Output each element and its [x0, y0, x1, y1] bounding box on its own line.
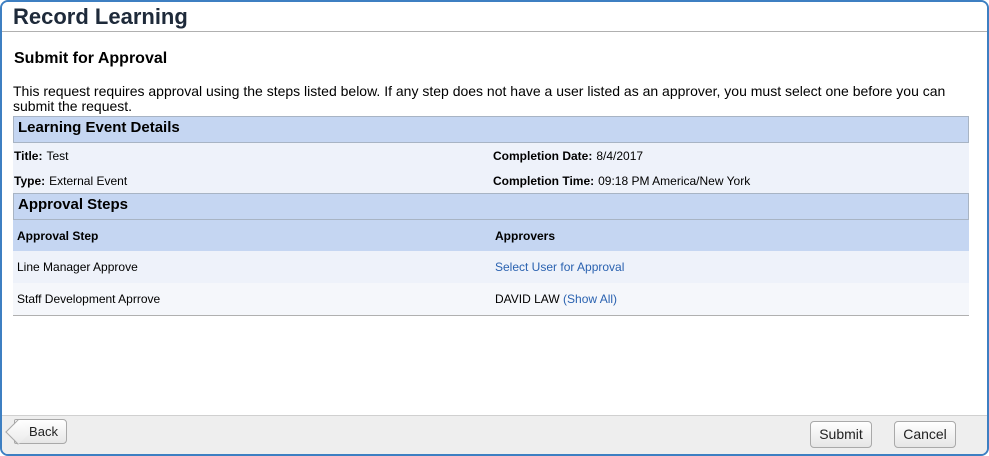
completion-date-field: Completion Date: 8/4/2017	[491, 149, 969, 163]
page-subtitle: Submit for Approval	[14, 50, 168, 67]
table-row: Line Manager Approve Select User for App…	[13, 251, 969, 283]
footer-bar: Back Submit Cancel	[2, 415, 987, 454]
completion-time-value: 09:18 PM America/New York	[598, 173, 751, 188]
completion-time-field: Completion Time: 09:18 PM America/New Yor…	[491, 174, 969, 188]
column-header-step: Approval Step	[17, 228, 99, 243]
approval-table-header: Approval Step Approvers	[13, 220, 969, 251]
type-label: Type:	[14, 173, 46, 188]
approval-step-name: Line Manager Approve	[17, 260, 138, 274]
completion-date-label: Completion Date:	[493, 148, 593, 163]
type-field: Type: External Event	[13, 174, 491, 188]
dialog-window: Record Learning Submit for Approval This…	[0, 0, 989, 456]
approver-cell: Select User for Approval	[491, 260, 969, 274]
detail-row: Title: Test Completion Date: 8/4/2017	[13, 143, 969, 168]
title-bar: Record Learning	[2, 2, 987, 32]
submit-button[interactable]: Submit	[810, 421, 872, 448]
select-user-link[interactable]: Select User for Approval	[495, 260, 624, 274]
approval-step-name: Staff Development Aprrove	[17, 292, 161, 306]
approval-steps-header: Approval Steps	[13, 193, 969, 220]
completion-date-value: 8/4/2017	[596, 148, 644, 163]
table-row: Staff Development Aprrove DAVID LAW (Sho…	[13, 283, 969, 316]
learning-event-details: Title: Test Completion Date: 8/4/2017 Type…	[13, 143, 969, 193]
title-field: Title: Test	[13, 149, 491, 163]
type-value: External Event	[49, 173, 128, 188]
back-button[interactable]: Back	[14, 419, 67, 444]
approver-cell: DAVID LAW (Show All)	[491, 292, 969, 306]
window-title: Record Learning	[13, 4, 188, 29]
intro-text: This request requires approval using the…	[13, 83, 946, 114]
column-header-approvers: Approvers	[495, 228, 556, 243]
dialog-content: Submit for Approval This request require…	[2, 50, 987, 316]
learning-event-header: Learning Event Details	[13, 116, 969, 143]
approver-name: DAVID LAW	[495, 292, 560, 306]
cancel-button[interactable]: Cancel	[894, 421, 956, 448]
detail-row: Type: External Event Completion Time: 09:1…	[13, 168, 969, 193]
completion-time-label: Completion Time:	[493, 173, 595, 188]
show-all-link[interactable]: (Show All)	[563, 292, 617, 306]
title-label: Title:	[14, 148, 43, 163]
back-button-label: Back	[29, 424, 58, 439]
title-value: Test	[46, 148, 69, 163]
